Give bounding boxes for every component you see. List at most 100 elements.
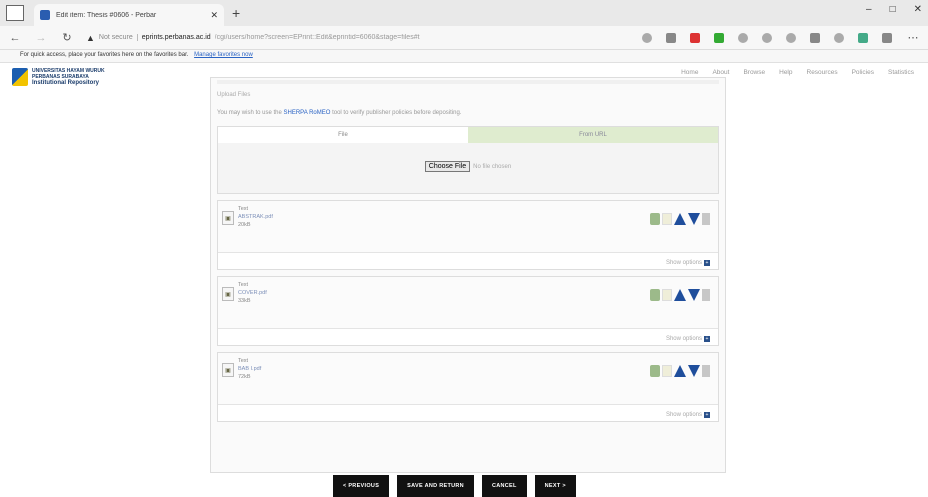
extension-red-icon[interactable] xyxy=(690,32,700,43)
extensions-toolbar: ⋯ xyxy=(642,31,920,44)
help-suffix: tool to verify publisher policies before… xyxy=(332,110,462,116)
document-meta: Text ABSTRAK.pdf 20kB xyxy=(238,205,273,229)
window-close-button[interactable]: ✕ xyxy=(914,4,922,15)
move-down-icon[interactable] xyxy=(688,289,700,301)
cancel-button[interactable]: CANCEL xyxy=(481,475,527,497)
refresh-icon[interactable]: ↻ xyxy=(60,31,74,44)
extension-green-icon[interactable] xyxy=(714,32,724,43)
previous-button[interactable]: < PREVIOUS xyxy=(333,475,390,497)
document-filename[interactable]: COVER.pdf xyxy=(238,289,267,297)
extension-gear-icon[interactable] xyxy=(738,32,748,43)
favorites-bar: For quick access, place your favorites h… xyxy=(0,50,928,63)
manage-favorites-link[interactable]: Manage favorites now xyxy=(194,52,253,58)
document-actions xyxy=(650,213,710,225)
nav-home[interactable]: Home xyxy=(681,69,698,76)
history-icon[interactable] xyxy=(834,32,844,43)
more-menu-icon[interactable]: ⋯ xyxy=(906,31,920,44)
browser-tabbar: Edit item: Thesis #0606 - Perbar ✕ + – □… xyxy=(0,0,928,26)
url-path: /cgi/users/home?screen=EPrint::Edit&epri… xyxy=(214,34,420,41)
move-down-icon[interactable] xyxy=(688,365,700,377)
document-item: ▣ Text COVER.pdf 33kB Show options + xyxy=(217,276,719,346)
document-icon[interactable]: ▣ xyxy=(222,287,234,301)
back-icon[interactable]: ← xyxy=(8,32,22,44)
tab-actions-icon[interactable] xyxy=(6,5,24,21)
document-item: ▣ Text ABSTRAK.pdf 20kB Show options + xyxy=(217,200,719,270)
edit-icon[interactable] xyxy=(650,365,660,377)
document-size: 20kB xyxy=(238,222,251,228)
choose-file-button[interactable]: Choose File xyxy=(424,161,471,172)
show-options-link[interactable]: Show options + xyxy=(666,260,710,266)
site-logo[interactable]: UNIVERSITAS HAYAM WURUK PERBANAS SURABAY… xyxy=(12,68,105,86)
document-icon[interactable]: ▣ xyxy=(222,363,234,377)
nav-about[interactable]: About xyxy=(712,69,729,76)
document-size: 33kB xyxy=(238,298,251,304)
nav-resources[interactable]: Resources xyxy=(807,69,838,76)
close-icon[interactable]: ✕ xyxy=(210,10,218,21)
move-up-icon[interactable] xyxy=(674,365,686,377)
page: UNIVERSITAS HAYAM WURUK PERBANAS SURABAY… xyxy=(0,63,928,497)
delete-icon[interactable] xyxy=(702,289,710,301)
no-file-label: No file chosen xyxy=(473,163,512,170)
move-up-icon[interactable] xyxy=(674,289,686,301)
move-up-icon[interactable] xyxy=(674,213,686,225)
preview-icon[interactable] xyxy=(662,289,672,301)
nav-help[interactable]: Help xyxy=(779,69,792,76)
plus-icon: + xyxy=(704,260,710,266)
tab-from-url[interactable]: From URL xyxy=(468,127,718,143)
upload-panel: File From URL Choose File No file chosen xyxy=(217,126,719,194)
show-options-label: Show options xyxy=(665,412,702,418)
refresh-ext-icon[interactable] xyxy=(762,32,772,43)
minimize-button[interactable]: – xyxy=(866,4,872,15)
tab-file[interactable]: File xyxy=(218,127,468,143)
maximize-button[interactable]: □ xyxy=(890,4,896,15)
collections-icon[interactable] xyxy=(810,32,820,43)
upload-help-text: You may wish to use the SHERPA RoMEO too… xyxy=(211,98,725,122)
delete-icon[interactable] xyxy=(702,213,710,225)
upload-section-title: Upload Files xyxy=(217,92,251,98)
favorite-star-icon[interactable] xyxy=(786,32,796,43)
browser-tab[interactable]: Edit item: Thesis #0606 - Perbar ✕ xyxy=(34,4,224,26)
document-type: Text xyxy=(238,282,249,288)
delete-icon[interactable] xyxy=(702,365,710,377)
extensions-icon[interactable] xyxy=(882,32,892,43)
extension-icon[interactable] xyxy=(666,32,676,43)
url-domain: eprints.perbanas.ac.id xyxy=(141,34,211,41)
address-bar: ← → ↻ ▲ Not secure eprints.perbanas.ac.i… xyxy=(0,26,928,50)
nav-policies[interactable]: Policies xyxy=(852,69,874,76)
document-row: ▣ Text BAB I.pdf 72kB xyxy=(218,353,718,405)
document-filename[interactable]: BAB I.pdf xyxy=(238,365,261,373)
sherpa-romeo-link[interactable]: SHERPA RoMEO xyxy=(284,110,331,116)
profile-icon[interactable] xyxy=(858,32,868,43)
preview-icon[interactable] xyxy=(662,213,672,225)
show-options-label: Show options xyxy=(665,260,702,266)
move-down-icon[interactable] xyxy=(688,213,700,225)
tab-title: Edit item: Thesis #0606 - Perbar xyxy=(56,11,157,19)
show-options-link[interactable]: Show options + xyxy=(666,412,710,418)
document-actions xyxy=(650,289,710,301)
edit-icon[interactable] xyxy=(650,213,660,225)
document-icon[interactable]: ▣ xyxy=(222,211,234,225)
edit-icon[interactable] xyxy=(650,289,660,301)
next-button[interactable]: NEXT > xyxy=(534,475,576,497)
logo-line-3: Institutional Repository xyxy=(32,80,100,86)
new-tab-button[interactable]: + xyxy=(232,5,240,21)
preview-icon[interactable] xyxy=(662,365,672,377)
nav-browse[interactable]: Browse xyxy=(743,69,765,76)
document-type: Text xyxy=(238,358,249,364)
document-size: 72kB xyxy=(238,374,251,380)
divider xyxy=(217,80,719,84)
forward-icon[interactable]: → xyxy=(34,32,48,44)
show-options-link[interactable]: Show options + xyxy=(666,336,710,342)
show-options-label: Show options xyxy=(665,336,702,342)
nav-statistics[interactable]: Statistics xyxy=(888,69,914,76)
url-field[interactable]: ▲ Not secure eprints.perbanas.ac.id /cgi… xyxy=(86,33,630,43)
file-input-row: Choose File No file chosen xyxy=(218,161,718,172)
document-type: Text xyxy=(238,206,249,212)
read-aloud-icon[interactable] xyxy=(642,32,652,43)
document-filename[interactable]: ABSTRAK.pdf xyxy=(238,213,273,221)
save-and-return-button[interactable]: SAVE AND RETURN xyxy=(397,475,474,497)
workflow-buttons: < PREVIOUS SAVE AND RETURN CANCEL NEXT > xyxy=(333,475,576,497)
warning-icon: ▲ xyxy=(86,32,95,43)
document-meta: Text COVER.pdf 33kB xyxy=(238,281,267,305)
upload-tabs: File From URL xyxy=(218,127,718,143)
